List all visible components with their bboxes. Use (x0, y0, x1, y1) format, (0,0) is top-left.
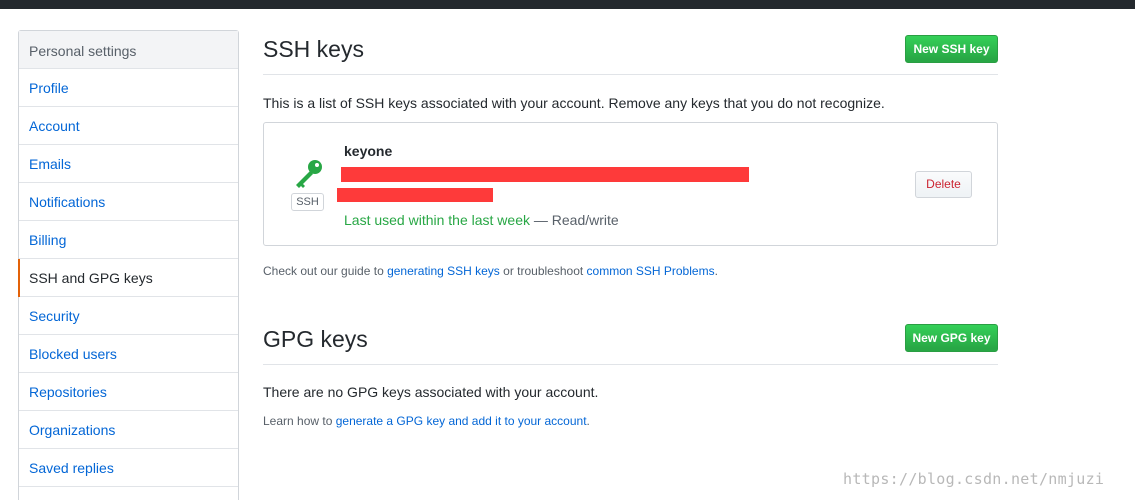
sidebar-item-label: SSH and GPG keys (29, 270, 153, 286)
separator: — (530, 212, 552, 228)
note-text: Learn how to (263, 414, 336, 428)
new-ssh-key-button[interactable]: New SSH key (905, 35, 998, 63)
new-gpg-key-button[interactable]: New GPG key (905, 324, 998, 352)
sidebar-item-label: Repositories (29, 384, 107, 400)
settings-sidebar: Personal settings Profile Account Emails… (18, 30, 239, 500)
sidebar-item-account[interactable]: Account (19, 107, 238, 145)
note-text: or troubleshoot (499, 264, 587, 278)
sidebar-item-emails[interactable]: Emails (19, 145, 238, 183)
note-text: . (714, 264, 718, 278)
sidebar-item-blocked-users[interactable]: Blocked users (19, 335, 238, 373)
sidebar-item-ssh-gpg-keys[interactable]: SSH and GPG keys (18, 259, 238, 297)
redaction-bar (341, 167, 749, 182)
ssh-guide-note: Check out our guide to generating SSH ke… (263, 264, 718, 278)
redaction-bar (337, 188, 493, 202)
sidebar-header: Personal settings (19, 31, 238, 69)
sidebar-item-label: Security (29, 308, 80, 324)
sidebar-item-repositories[interactable]: Repositories (19, 373, 238, 411)
generate-gpg-key-link[interactable]: generate a GPG key and add it to your ac… (336, 414, 587, 428)
gpg-keys-title: GPG keys (263, 326, 368, 352)
last-used-text: Last used within the last week (344, 212, 530, 228)
sidebar-item-organizations[interactable]: Organizations (19, 411, 238, 449)
ssh-badge: SSH (291, 193, 324, 211)
ssh-key-last-used: Last used within the last week — Read/wr… (344, 212, 619, 228)
sidebar-item-security[interactable]: Security (19, 297, 238, 335)
sidebar-item-profile[interactable]: Profile (19, 69, 238, 107)
gpg-learn-note: Learn how to generate a GPG key and add … (263, 414, 590, 428)
sidebar-item-label: Organizations (29, 422, 116, 438)
note-text: . (586, 414, 590, 428)
access-level: Read/write (551, 212, 619, 228)
ssh-key-item: SSH keyone Last used within the last wee… (263, 122, 998, 246)
common-ssh-problems-link[interactable]: common SSH Problems (587, 264, 715, 278)
sidebar-item-label: Profile (29, 80, 69, 96)
sidebar-item-billing[interactable]: Billing (19, 221, 238, 259)
ssh-key-title: keyone (344, 143, 393, 159)
top-navigation-bar (0, 0, 1135, 9)
sidebar-item-label: Billing (29, 232, 67, 248)
ssh-keys-title: SSH keys (263, 36, 364, 62)
sidebar-item-label: Account (29, 118, 80, 134)
sidebar-item-notifications[interactable]: Notifications (19, 183, 238, 221)
sidebar-item-label: Emails (29, 156, 72, 172)
delete-ssh-key-button[interactable]: Delete (915, 171, 972, 198)
note-text: Check out our guide to (263, 264, 388, 278)
sidebar-item-label: Notifications (29, 194, 106, 210)
sidebar-item-saved-replies[interactable]: Saved replies (19, 449, 238, 487)
ssh-keys-description: This is a list of SSH keys associated wi… (263, 95, 885, 111)
gpg-section-divider (263, 364, 998, 365)
sidebar-item-label: Blocked users (29, 346, 117, 362)
sidebar-item-label: Saved replies (29, 460, 114, 476)
generating-ssh-keys-link[interactable]: generating SSH keys (387, 264, 500, 278)
watermark: https://blog.csdn.net/nmjuzi (843, 470, 1105, 488)
key-icon (296, 160, 322, 188)
ssh-section-divider (263, 74, 998, 75)
gpg-empty-message: There are no GPG keys associated with yo… (263, 384, 599, 400)
